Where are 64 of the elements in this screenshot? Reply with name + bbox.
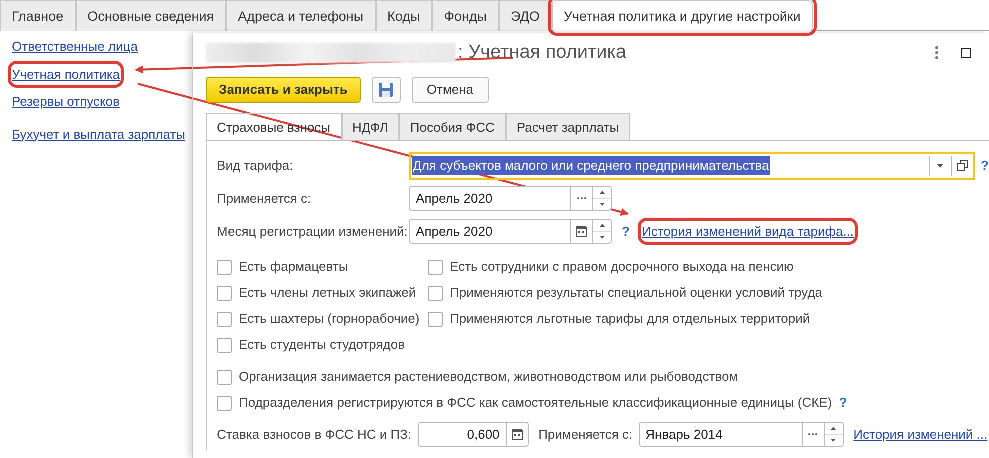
calendar-icon (576, 226, 588, 237)
down-arrow-icon (600, 236, 605, 239)
up-arrow-icon (600, 191, 605, 194)
tab[interactable]: ЭДО (499, 0, 552, 31)
number-field[interactable]: 0,600 (418, 422, 529, 447)
spin-button[interactable] (592, 187, 612, 210)
spin-button[interactable] (592, 220, 612, 243)
checkbox-label: Есть сотрудники с правом досрочного выхода на пенсию (450, 258, 794, 276)
date-field[interactable]: Апрель 2020 (409, 219, 612, 244)
checkbox[interactable] (217, 312, 232, 326)
up-arrow-icon (600, 224, 605, 227)
tab[interactable]: Адреса и телефоны (226, 0, 376, 31)
field-label: Применяется с: (217, 190, 312, 208)
tariff-field[interactable]: Для субъектов малого или среднего предпринимательства (409, 152, 976, 180)
tab[interactable]: Расчет зарплаты (506, 113, 630, 140)
checkbox[interactable] (428, 286, 444, 300)
sidebar-link[interactable]: Бухучет и выплата зарплаты (12, 124, 186, 144)
checkbox[interactable] (217, 396, 232, 410)
field-label: Вид тарифа: (217, 156, 294, 175)
tab[interactable]: Коды (376, 0, 432, 31)
tab[interactable]: Пособия ФСС (399, 113, 506, 140)
ellipsis-icon (808, 433, 818, 436)
save-button[interactable] (372, 77, 401, 103)
tab[interactable]: НДФЛ (342, 113, 400, 140)
checkbox[interactable] (428, 260, 444, 274)
window-title: : Учетная политика (458, 42, 627, 64)
calendar-icon (512, 429, 523, 440)
more-icon[interactable] (935, 46, 939, 60)
spin-button[interactable] (824, 423, 843, 446)
checkbox[interactable] (428, 312, 444, 326)
tab[interactable]: Основные сведения (76, 0, 226, 31)
checkbox-label: Есть члены летных экипажей (239, 284, 416, 302)
down-arrow-icon (600, 203, 605, 206)
checkbox-label: Есть шахтеры (горнорабочие) (239, 310, 420, 328)
open-window-icon (957, 160, 968, 171)
field-label: Ставка взносов в ФСС НС и ПЗ: (217, 426, 412, 444)
history-link[interactable]: История изменений ... (854, 424, 988, 444)
up-arrow-icon (831, 427, 836, 430)
date-field[interactable]: Январь 2014 (638, 422, 844, 447)
checkbox[interactable] (217, 370, 232, 384)
cancel-button[interactable]: Отмена (412, 77, 489, 103)
help-icon[interactable]: ? (981, 156, 989, 176)
date-field[interactable]: Апрель 2020 (409, 186, 612, 211)
checkbox[interactable] (217, 286, 232, 300)
checkbox-label: Применяются льготные тарифы для отдельных территорий (450, 310, 810, 328)
sidebar-link[interactable]: Ответственные лица (12, 37, 138, 56)
help-icon[interactable]: ? (622, 222, 630, 242)
ellipsis-icon (576, 197, 587, 200)
checkbox[interactable] (217, 260, 232, 274)
checkbox-label: Есть фармацевты (239, 258, 348, 276)
field-label: Применяется с: (538, 426, 633, 444)
checkbox-label: Применяются результаты специальной оценки условий труда (450, 284, 823, 302)
down-arrow-icon (831, 439, 836, 442)
checkbox-label: Подразделения регистрируются в ФСС как самостоятельные классификационные единицы (СКЕ) (239, 394, 832, 412)
caret-icon (937, 164, 944, 168)
maximize-icon[interactable] (961, 48, 971, 58)
tab[interactable]: Главное (0, 0, 76, 31)
help-icon[interactable]: ? (839, 394, 848, 412)
checkbox[interactable] (217, 338, 232, 352)
checkbox-label: Есть студенты студотрядов (239, 336, 405, 354)
sidebar-link[interactable]: Резервы отпусков (12, 92, 120, 112)
checkbox-label: Организация занимается растениеводством, животноводством или рыбоводством (239, 368, 738, 386)
save-and-close-button[interactable]: Записать и закрыть (206, 77, 361, 103)
tab[interactable]: Фонды (432, 0, 499, 31)
